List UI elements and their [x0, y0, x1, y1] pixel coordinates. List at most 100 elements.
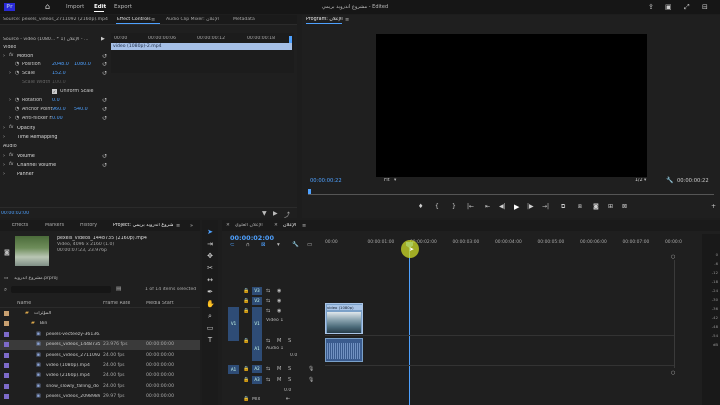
- rotation-value[interactable]: 0.0: [52, 98, 60, 103]
- expand-arrow-icon[interactable]: ›: [3, 125, 5, 131]
- track-label[interactable]: V2: [252, 297, 262, 305]
- solo-s-icon[interactable]: S: [288, 338, 291, 344]
- antiflicker-value[interactable]: 0.00: [52, 116, 63, 121]
- label-color-swatch[interactable]: [4, 394, 9, 400]
- position-y[interactable]: 1080.0: [74, 62, 91, 67]
- mix-volume[interactable]: 0.0: [284, 388, 291, 393]
- expand-arrow-icon[interactable]: ›: [3, 134, 5, 140]
- label-color-swatch[interactable]: [4, 321, 9, 327]
- list-item[interactable]: ▰ المؤثرات: [0, 309, 200, 319]
- program-tab-menu-icon[interactable]: ≡: [345, 17, 349, 23]
- go-to-out-icon[interactable]: →|: [542, 203, 549, 211]
- reset-icon[interactable]: ↺: [102, 162, 107, 169]
- expand-arrow-icon[interactable]: ›: [9, 70, 11, 76]
- reset-icon[interactable]: ↺: [102, 70, 107, 77]
- go-to-in-icon[interactable]: |←: [467, 203, 474, 211]
- pen-tool-icon[interactable]: ✒: [206, 288, 214, 296]
- list-item[interactable]: ▣ pexels_videos_1448735 23.976 fps 00:00:00…: [0, 340, 200, 351]
- wrench-icon[interactable]: 🔧: [666, 177, 673, 184]
- eye-icon[interactable]: ◉: [277, 308, 281, 314]
- more-tabs-icon[interactable]: »: [190, 223, 193, 229]
- play-icon[interactable]: ▶: [514, 203, 519, 211]
- track-label[interactable]: A2: [252, 365, 262, 373]
- expand-arrow-icon[interactable]: ›: [3, 171, 5, 177]
- col-media-start[interactable]: Media Start: [146, 301, 174, 306]
- expand-arrow-icon[interactable]: ›: [9, 97, 11, 103]
- tab-project[interactable]: Project: مشروع أندرويد بريمي: [113, 223, 173, 228]
- share-icon[interactable]: ⇪: [648, 3, 654, 11]
- label-color-swatch[interactable]: [4, 331, 9, 337]
- time-ruler[interactable]: 00:00 00:00:01:00 00:00:02:00 00:00:03:00 00…: [325, 234, 682, 248]
- razor-icon[interactable]: ✂: [206, 264, 214, 272]
- lock-icon[interactable]: 🔒: [243, 396, 249, 402]
- nest-icon[interactable]: ∩: [246, 242, 250, 248]
- prop-motion[interactable]: › fx Motion ↺: [0, 53, 111, 61]
- program-scrubber[interactable]: [308, 189, 714, 195]
- add-button-icon[interactable]: +: [711, 203, 716, 211]
- col-name[interactable]: Name: [17, 301, 31, 306]
- prop-volume[interactable]: › fx Volume ↺: [0, 153, 111, 161]
- tab-markers[interactable]: Markers: [45, 223, 64, 228]
- stopwatch-icon[interactable]: ◔: [15, 97, 19, 103]
- comparison-view-icon[interactable]: ⊞: [608, 203, 613, 211]
- tab-audio-clip-mixer[interactable]: Audio Clip Mixer: الإعلان: [166, 17, 222, 22]
- hand-tool-icon[interactable]: ✋: [206, 300, 215, 308]
- prop-time-remap[interactable]: › Time Remapping: [0, 134, 111, 142]
- search-icon[interactable]: ⌕: [4, 287, 7, 294]
- tab-menu-icon[interactable]: ≡: [151, 17, 155, 23]
- insert-icon[interactable]: ⧉: [561, 203, 565, 211]
- program-timecode-left[interactable]: 00:00:00:22: [310, 178, 342, 184]
- sync-lock-icon[interactable]: ⇆: [266, 366, 270, 372]
- close-tab-icon[interactable]: ✕: [226, 223, 230, 228]
- ripple-edit-icon[interactable]: ✥: [206, 252, 214, 260]
- anchor-x[interactable]: 960.0: [52, 107, 66, 112]
- scroll-handle-bottom-icon[interactable]: ○: [671, 370, 675, 376]
- track-label[interactable]: V1: [252, 307, 262, 341]
- label-color-swatch[interactable]: [4, 383, 9, 389]
- quick-export-icon[interactable]: ▣: [665, 3, 672, 11]
- tab-menu-icon[interactable]: ≡: [176, 223, 180, 229]
- program-tab[interactable]: Program: الإعلان: [306, 17, 343, 22]
- position-x[interactable]: 2048.0: [52, 62, 69, 67]
- eye-icon[interactable]: ◉: [277, 288, 281, 294]
- type-tool-icon[interactable]: T: [206, 336, 214, 344]
- expand-arrow-icon[interactable]: ›: [3, 162, 5, 168]
- safe-margins-icon[interactable]: ⊠: [622, 203, 627, 211]
- anchor-y[interactable]: 540.0: [74, 107, 88, 112]
- menu-edit[interactable]: Edit: [94, 4, 106, 10]
- expand-arrow-icon[interactable]: ›: [9, 115, 11, 121]
- label-color-swatch[interactable]: [4, 373, 9, 379]
- tab-source[interactable]: Source: pexels_videos_2711092 (2160p).mp…: [3, 17, 108, 22]
- audio-clip[interactable]: [325, 338, 363, 362]
- current-timecode[interactable]: 00:00:02:00: [1, 211, 29, 216]
- tab-effect-controls[interactable]: Effect Controls: [117, 17, 151, 22]
- captions-icon[interactable]: ▭: [307, 242, 312, 248]
- reset-icon[interactable]: ↺: [102, 53, 107, 60]
- mark-out-icon[interactable]: }: [452, 203, 456, 211]
- fit-chevron-icon[interactable]: ▾: [394, 178, 396, 183]
- project-thumbnail[interactable]: [15, 236, 49, 266]
- menu-export[interactable]: Export: [114, 4, 132, 10]
- label-color-swatch[interactable]: [4, 352, 9, 358]
- rectangle-tool-icon[interactable]: ▭: [206, 324, 214, 332]
- selection-tool-icon[interactable]: ➤: [206, 228, 214, 236]
- camera-icon[interactable]: ◙: [593, 203, 599, 211]
- track-volume[interactable]: 0.0: [290, 353, 297, 358]
- list-item[interactable]: ▣ pexels-vecteezy-36136...: [0, 330, 200, 340]
- list-item[interactable]: ▣ pexels_videos_2711092 24.00 fps 00:00:00:…: [0, 351, 200, 361]
- col-frame-rate[interactable]: Frame Rate: [103, 301, 130, 306]
- track-label[interactable]: V3: [252, 287, 262, 295]
- timeline-settings-icon[interactable]: 🔧: [292, 242, 299, 248]
- list-item[interactable]: ▣ video (1080p).mp4 24.00 fps 00:00:00:00: [0, 361, 200, 371]
- mic-icon[interactable]: 🎙: [308, 366, 314, 372]
- track-select-icon[interactable]: ⇥: [206, 240, 214, 248]
- list-item[interactable]: ▣ pexels_videos_2098989 29.97 fps 00:00:00:…: [0, 392, 200, 402]
- list-item[interactable]: ▣ video (2160p).mp4 24.00 fps 00:00:00:00: [0, 371, 200, 381]
- stopwatch-icon[interactable]: ◔: [15, 115, 19, 121]
- mute-m-icon[interactable]: M: [277, 338, 281, 344]
- source-patch-a1[interactable]: A1: [228, 365, 239, 374]
- label-color-swatch[interactable]: [4, 311, 9, 316]
- sync-lock-icon[interactable]: ⇆: [266, 377, 270, 383]
- stopwatch-icon[interactable]: ◔: [15, 106, 19, 112]
- reset-icon[interactable]: ↺: [102, 153, 107, 160]
